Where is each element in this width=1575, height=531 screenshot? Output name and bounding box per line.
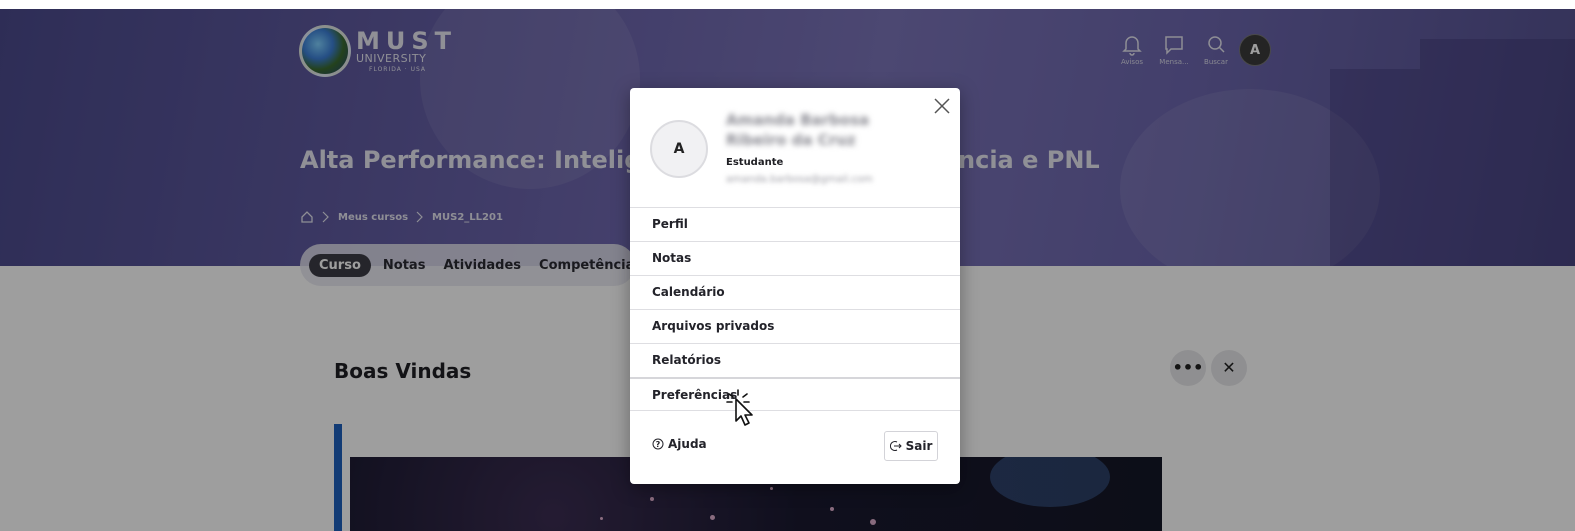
mouse-pointer-icon: [726, 389, 753, 426]
user-menu-popup: A Amanda Barbosa Ribeiro da Cruz Estudan…: [630, 88, 960, 484]
user-menu-list: Perfil Notas Calendário Arquivos privado…: [630, 207, 960, 411]
menu-item-relatorios[interactable]: Relatórios: [630, 343, 960, 377]
user-email: amanda.barbosa@gmail.com: [726, 174, 873, 185]
user-menu-footer: ? Ajuda Sair: [630, 431, 960, 461]
help-link[interactable]: ? Ajuda: [652, 437, 707, 451]
svg-text:?: ?: [656, 440, 661, 449]
user-avatar: A: [650, 120, 708, 178]
help-icon: ?: [652, 438, 664, 450]
close-icon[interactable]: [932, 96, 952, 116]
menu-item-preferencias[interactable]: Preferências: [630, 377, 960, 411]
help-label: Ajuda: [668, 437, 707, 451]
user-role: Estudante: [726, 157, 784, 168]
page: MUST UNIVERSITY FLORIDA · USA Avisos Men…: [0, 0, 1575, 531]
user-name: Amanda Barbosa Ribeiro da Cruz: [726, 111, 870, 149]
logout-button[interactable]: Sair: [884, 431, 938, 461]
top-strip: [0, 0, 1575, 9]
menu-item-notas[interactable]: Notas: [630, 241, 960, 275]
logout-icon: [889, 441, 902, 451]
logout-label: Sair: [905, 439, 933, 453]
menu-item-arquivos-privados[interactable]: Arquivos privados: [630, 309, 960, 343]
menu-item-perfil[interactable]: Perfil: [630, 207, 960, 241]
menu-item-calendario[interactable]: Calendário: [630, 275, 960, 309]
